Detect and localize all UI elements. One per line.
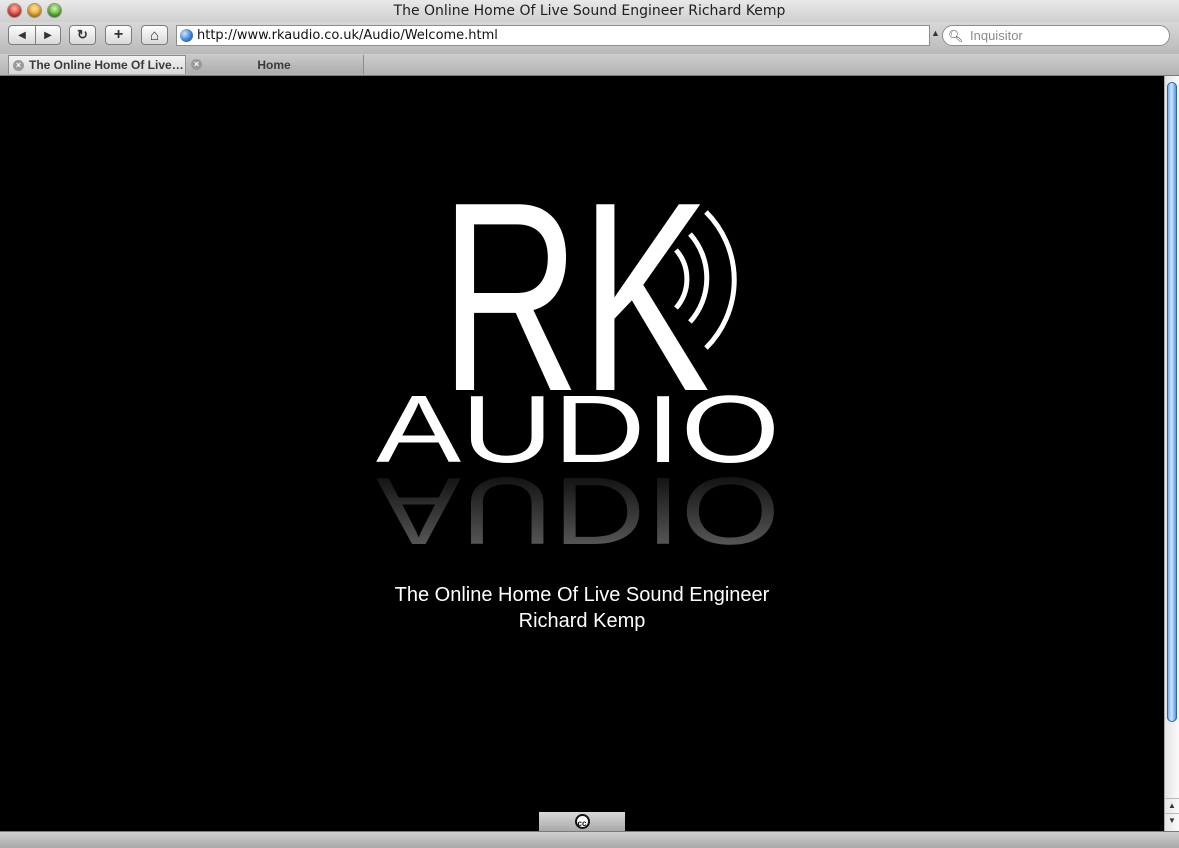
close-tab-icon[interactable]: ×: [191, 59, 202, 70]
tab-label: The Online Home Of Live Sound Engineer R…: [29, 58, 185, 72]
title-bar: The Online Home Of Live Sound Engineer R…: [0, 0, 1179, 23]
page-content: RK AUDIO AUDIO The Online Home Of Live S…: [0, 76, 1164, 831]
tab-home[interactable]: × Home: [187, 55, 364, 74]
plus-icon: +: [113, 26, 124, 43]
reload-button[interactable]: ↻: [69, 25, 96, 45]
creative-commons-badge[interactable]: cc: [539, 812, 625, 831]
address-bar[interactable]: http://www.rkaudio.co.uk/Audio/Welcome.h…: [176, 25, 930, 46]
scroll-down-arrow-icon[interactable]: ▼: [1165, 813, 1179, 827]
vertical-scrollbar[interactable]: ▲ ▼: [1164, 76, 1179, 831]
browser-window: The Online Home Of Live Sound Engineer R…: [0, 0, 1179, 848]
search-field[interactable]: 🔍︎ Inquisitor: [942, 25, 1170, 46]
site-globe-icon: [180, 29, 193, 42]
tagline-line-2: Richard Kemp: [518, 610, 646, 632]
logo-reflection: AUDIO: [376, 457, 780, 564]
window-title: The Online Home Of Live Sound Engineer R…: [393, 3, 786, 19]
back-button[interactable]: ◀: [8, 25, 36, 45]
forward-arrow-icon: ▶: [44, 29, 52, 41]
back-arrow-icon: ◀: [18, 29, 26, 41]
home-button[interactable]: ⌂: [141, 25, 168, 45]
reload-icon: ↻: [77, 27, 88, 42]
svg-text:AUDIO: AUDIO: [376, 457, 780, 564]
toolbar: ◀ ▶ ↻ + ⌂ http://www.rkaudio.co.uk/Audio…: [0, 22, 1179, 54]
creative-commons-icon: cc: [574, 814, 590, 829]
tab-label: Home: [257, 57, 291, 72]
url-history-arrow-icon[interactable]: ▲: [931, 28, 940, 38]
search-icon[interactable]: 🔍︎: [948, 29, 963, 43]
status-bar: [0, 831, 1179, 848]
tagline-line-1: The Online Home Of Live Sound Engineer: [394, 584, 770, 606]
forward-button[interactable]: ▶: [35, 25, 61, 45]
scrollbar-thumb[interactable]: [1167, 82, 1177, 722]
new-tab-button[interactable]: +: [105, 25, 132, 45]
close-tab-icon[interactable]: ×: [13, 59, 24, 71]
tab-bar: × The Online Home Of Live Sound Engineer…: [0, 54, 1179, 76]
rk-audio-logo: RK AUDIO AUDIO: [376, 172, 780, 564]
url-text[interactable]: http://www.rkaudio.co.uk/Audio/Welcome.h…: [197, 28, 498, 43]
tab-welcome[interactable]: × The Online Home Of Live Sound Engineer…: [8, 55, 186, 74]
scroll-up-arrow-icon[interactable]: ▲: [1165, 798, 1179, 812]
home-icon: ⌂: [149, 26, 160, 44]
search-placeholder: Inquisitor: [970, 28, 1023, 43]
